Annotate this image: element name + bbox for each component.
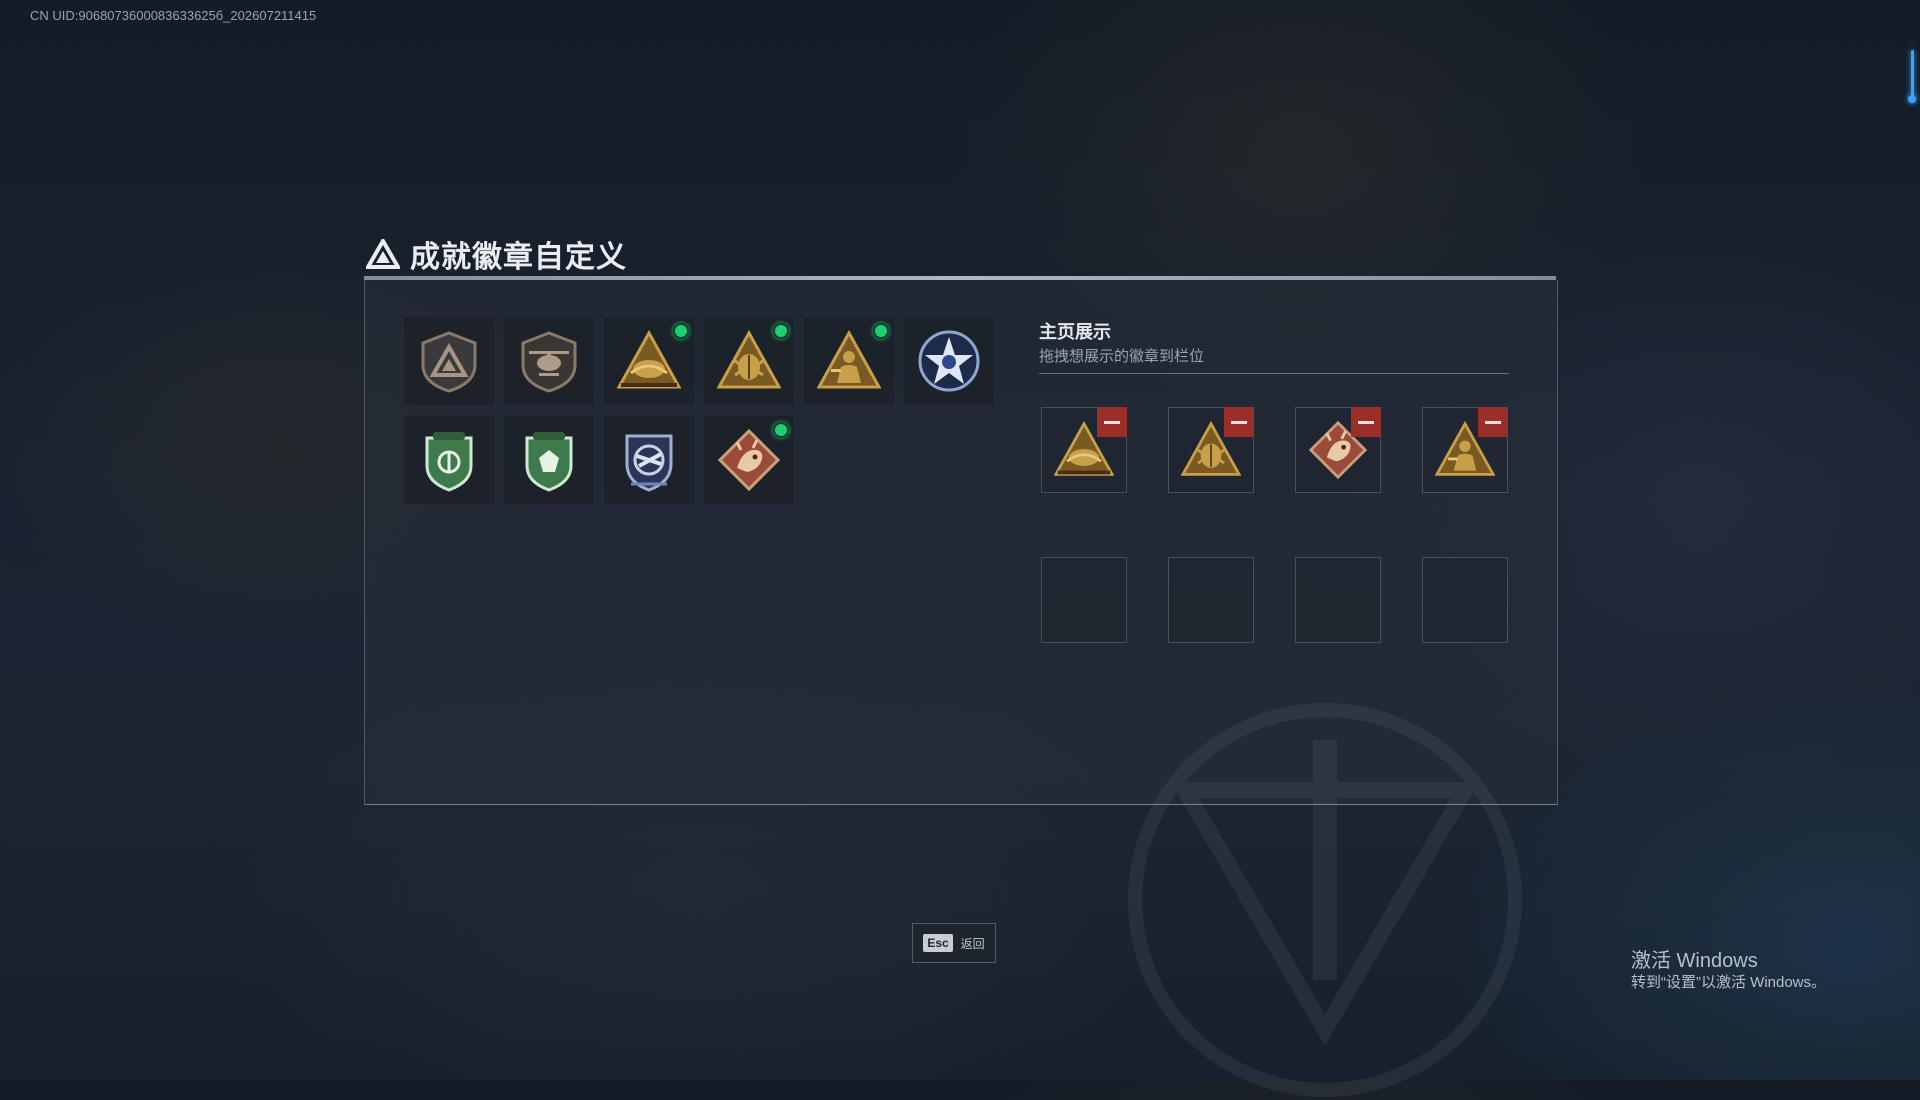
badge-slot[interactable] xyxy=(504,416,594,504)
badge-slot[interactable] xyxy=(704,416,794,504)
badge-slot[interactable] xyxy=(404,416,494,504)
showcase-slot[interactable] xyxy=(1041,407,1127,493)
new-badge-indicator xyxy=(873,323,889,339)
showcase-slot-empty[interactable] xyxy=(1168,557,1254,643)
logo-triangle-icon xyxy=(366,239,400,269)
showcase-divider xyxy=(1039,373,1509,374)
showcase-slot-empty[interactable] xyxy=(1422,557,1508,643)
minus-icon xyxy=(1358,420,1374,424)
page-header: 成就徽章自定义 xyxy=(366,232,627,276)
new-badge-indicator xyxy=(773,323,789,339)
badge-slot[interactable] xyxy=(504,317,594,405)
showcase-slot-empty[interactable] xyxy=(1295,557,1381,643)
badge-slot[interactable] xyxy=(704,317,794,405)
badge-slot[interactable] xyxy=(904,317,994,405)
triangle-shield-badge-icon xyxy=(421,331,477,393)
green-shield-badge-icon xyxy=(425,432,473,492)
gold-triangle-beetle-badge-icon xyxy=(717,329,781,389)
showcase-slot[interactable] xyxy=(1168,407,1254,493)
badge-slot[interactable] xyxy=(604,416,694,504)
background-emblem-icon xyxy=(1128,703,1522,1097)
scrollbar-thumb[interactable] xyxy=(1908,95,1916,103)
blue-star-badge-icon xyxy=(918,330,980,392)
minus-icon xyxy=(1231,420,1247,424)
badge-slot[interactable] xyxy=(804,317,894,405)
red-dragon-badge-icon xyxy=(717,428,781,492)
showcase-title: 主页展示 xyxy=(1039,322,1111,342)
esc-key-hint: Esc xyxy=(923,934,953,952)
windows-activation-hint: 转到“设置”以激活 Windows。 xyxy=(1631,974,1827,991)
page-title: 成就徽章自定义 xyxy=(410,241,627,274)
showcase-subtitle: 拖拽想展示的徽章到栏位 xyxy=(1039,348,1205,365)
showcase-slot[interactable] xyxy=(1295,407,1381,493)
back-button[interactable]: Esc 返回 xyxy=(912,923,996,963)
gold-triangle-eagle-badge-icon xyxy=(617,329,681,389)
back-label: 返回 xyxy=(960,936,985,951)
remove-badge-button[interactable] xyxy=(1351,407,1381,437)
new-badge-indicator xyxy=(673,323,689,339)
badge-slot[interactable] xyxy=(404,317,494,405)
navy-eagle-badge-icon xyxy=(625,434,673,492)
gold-triangle-soldier-badge-icon xyxy=(817,329,881,389)
uid-label: CN UID:9068073600083633625б_202607211415 xyxy=(30,8,317,23)
badge-slot[interactable] xyxy=(604,317,694,405)
green-crest-badge-icon xyxy=(525,432,573,492)
minus-icon xyxy=(1104,420,1120,424)
remove-badge-button[interactable] xyxy=(1097,407,1127,437)
minus-icon xyxy=(1485,420,1501,424)
showcase-slot[interactable] xyxy=(1422,407,1508,493)
new-badge-indicator xyxy=(773,422,789,438)
showcase-slot-empty[interactable] xyxy=(1041,557,1127,643)
helicopter-badge-icon xyxy=(521,331,577,393)
remove-badge-button[interactable] xyxy=(1224,407,1254,437)
windows-activation-title: 激活 Windows xyxy=(1631,950,1758,972)
remove-badge-button[interactable] xyxy=(1478,407,1508,437)
